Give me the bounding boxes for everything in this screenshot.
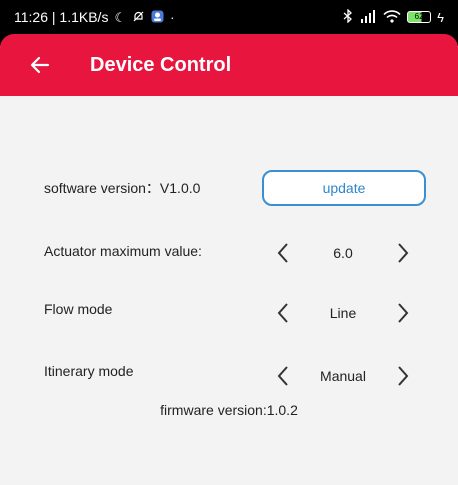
status-bar: 11:26 | 1.1KB/s ☾ · 62 ϟ [0, 0, 458, 34]
flow-mode-stepper: Line [268, 293, 418, 333]
flow-next-chevron-right-icon[interactable] [388, 293, 418, 333]
content-area: software version：V1.0.0 update Actuator … [0, 96, 458, 485]
itinerary-mode-value: Manual [320, 368, 366, 384]
app-notification-icon [151, 10, 164, 25]
actuator-increase-chevron-right-icon[interactable] [388, 233, 418, 273]
cellular-signal-icon [359, 9, 377, 25]
app-header: Device Control [0, 34, 458, 96]
itinerary-prev-chevron-left-icon[interactable] [268, 356, 298, 396]
app-screen: Device Control 11:26 | 1.1KB/s ☾ · 62 ϟ … [0, 0, 458, 485]
page-title: Device Control [90, 53, 232, 76]
dot-icon: · [170, 9, 175, 25]
status-right: 62 ϟ [343, 8, 444, 25]
flow-prev-chevron-left-icon[interactable] [268, 293, 298, 333]
status-time: 11:26 | 1.1KB/s [14, 9, 109, 25]
status-left: 11:26 | 1.1KB/s ☾ · [14, 9, 174, 25]
actuator-value: 6.0 [333, 245, 353, 261]
update-button[interactable]: update [262, 170, 426, 206]
firmware-version-text: firmware version:1.0.2 [160, 402, 298, 418]
battery-icon: 62 [407, 11, 432, 23]
wifi-icon [383, 9, 401, 25]
itinerary-next-chevron-right-icon[interactable] [388, 356, 418, 396]
battery-level: 62 [414, 12, 424, 21]
actuator-label: Actuator maximum value: [44, 243, 202, 259]
flow-mode-value: Line [329, 305, 357, 321]
actuator-stepper: 6.0 [268, 233, 418, 273]
itinerary-mode-label: Itinerary mode [44, 363, 134, 379]
bell-off-icon [132, 10, 145, 25]
software-version-label: software version：V1.0.0 [44, 180, 201, 196]
flow-mode-label: Flow mode [44, 301, 113, 317]
back-arrow-icon[interactable] [30, 55, 78, 75]
bluetooth-icon [343, 8, 353, 25]
charging-icon: ϟ [437, 9, 444, 25]
actuator-decrease-chevron-left-icon[interactable] [268, 233, 298, 273]
moon-icon: ☾ [114, 9, 127, 25]
itinerary-mode-stepper: Manual [268, 356, 418, 396]
